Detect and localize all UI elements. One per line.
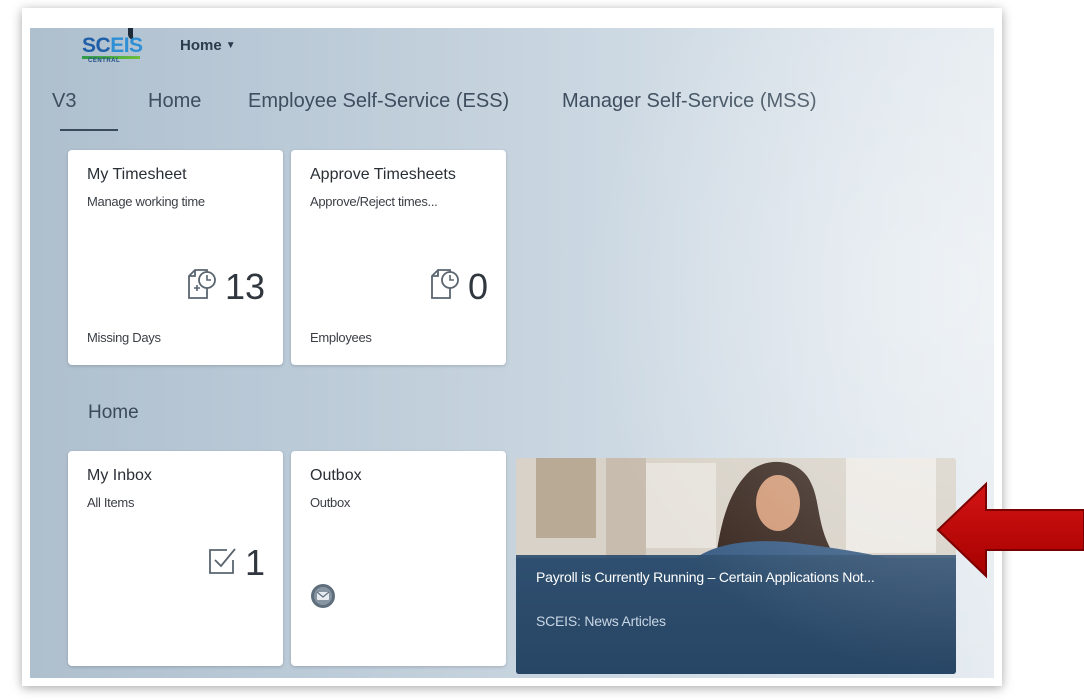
news-source: SCEIS: News Articles bbox=[536, 613, 666, 629]
tile-kpi: 0 bbox=[428, 268, 488, 305]
tile-kpi-value: 13 bbox=[224, 265, 265, 307]
tile-subtitle: Approve/Reject times... bbox=[310, 194, 438, 209]
tile-my-inbox[interactable]: My Inbox All Items 1 bbox=[68, 451, 283, 666]
tile-title: Approve Timesheets bbox=[310, 166, 456, 183]
tile-subtitle: Manage working time bbox=[87, 194, 205, 209]
tile-kpi: 13 bbox=[185, 268, 265, 305]
tile-footer: Missing Days bbox=[87, 330, 161, 345]
tile-my-timesheet[interactable]: My Timesheet Manage working time 13 Miss… bbox=[68, 150, 283, 365]
timesheet-approve-icon bbox=[428, 268, 462, 305]
tab-mss[interactable]: Manager Self-Service (MSS) bbox=[562, 90, 817, 113]
home-menu-label: Home bbox=[180, 37, 222, 54]
logo-subtext: CENTRAL bbox=[88, 58, 121, 64]
tile-kpi-value: 0 bbox=[467, 265, 488, 307]
tab-home[interactable]: Home bbox=[148, 90, 201, 113]
news-photo bbox=[516, 458, 956, 558]
tile-outbox[interactable]: Outbox Outbox bbox=[291, 451, 506, 666]
tile-title: Outbox bbox=[310, 467, 362, 484]
inbox-checkbox-icon bbox=[207, 546, 239, 581]
logo-text-main: SC bbox=[82, 34, 111, 57]
tile-kpi: 1 bbox=[207, 545, 265, 581]
tile-approve-timesheets[interactable]: Approve Timesheets Approve/Reject times.… bbox=[291, 150, 506, 365]
tile-title: My Inbox bbox=[87, 467, 152, 484]
active-tab-indicator bbox=[60, 129, 118, 131]
news-overlay: Payroll is Currently Running – Certain A… bbox=[516, 555, 956, 674]
tile-subtitle: Outbox bbox=[310, 495, 351, 510]
logo-text-accent: EIS bbox=[110, 34, 143, 57]
shell-header: SCEIS CENTRAL Home ▼ bbox=[30, 28, 994, 80]
logo-text: SCEIS bbox=[82, 34, 143, 58]
fiori-launchpad: SCEIS CENTRAL Home ▼ V3 Home Employee Sel… bbox=[30, 28, 994, 678]
group-title-home: Home bbox=[88, 402, 139, 423]
tab-ess[interactable]: Employee Self-Service (ESS) bbox=[248, 90, 509, 113]
news-headline: Payroll is Currently Running – Certain A… bbox=[536, 569, 875, 585]
red-arrow-icon bbox=[936, 481, 1084, 579]
tile-subtitle: All Items bbox=[87, 495, 135, 510]
timesheet-add-icon bbox=[185, 268, 219, 305]
tab-v3[interactable]: V3 bbox=[52, 90, 76, 113]
tile-footer: Employees bbox=[310, 330, 372, 345]
outbox-envelope-icon bbox=[310, 583, 336, 614]
tile-kpi-value: 1 bbox=[244, 542, 265, 583]
sceis-logo[interactable]: SCEIS CENTRAL bbox=[82, 28, 146, 72]
home-menu-button[interactable]: Home ▼ bbox=[180, 37, 236, 54]
caret-down-icon: ▼ bbox=[225, 40, 236, 51]
screenshot-frame: SCEIS CENTRAL Home ▼ V3 Home Employee Sel… bbox=[22, 8, 1002, 686]
news-tile[interactable]: Payroll is Currently Running – Certain A… bbox=[516, 458, 956, 674]
tile-title: My Timesheet bbox=[87, 166, 187, 183]
group-tab-bar: V3 Home Employee Self-Service (ESS) Mana… bbox=[30, 86, 994, 136]
